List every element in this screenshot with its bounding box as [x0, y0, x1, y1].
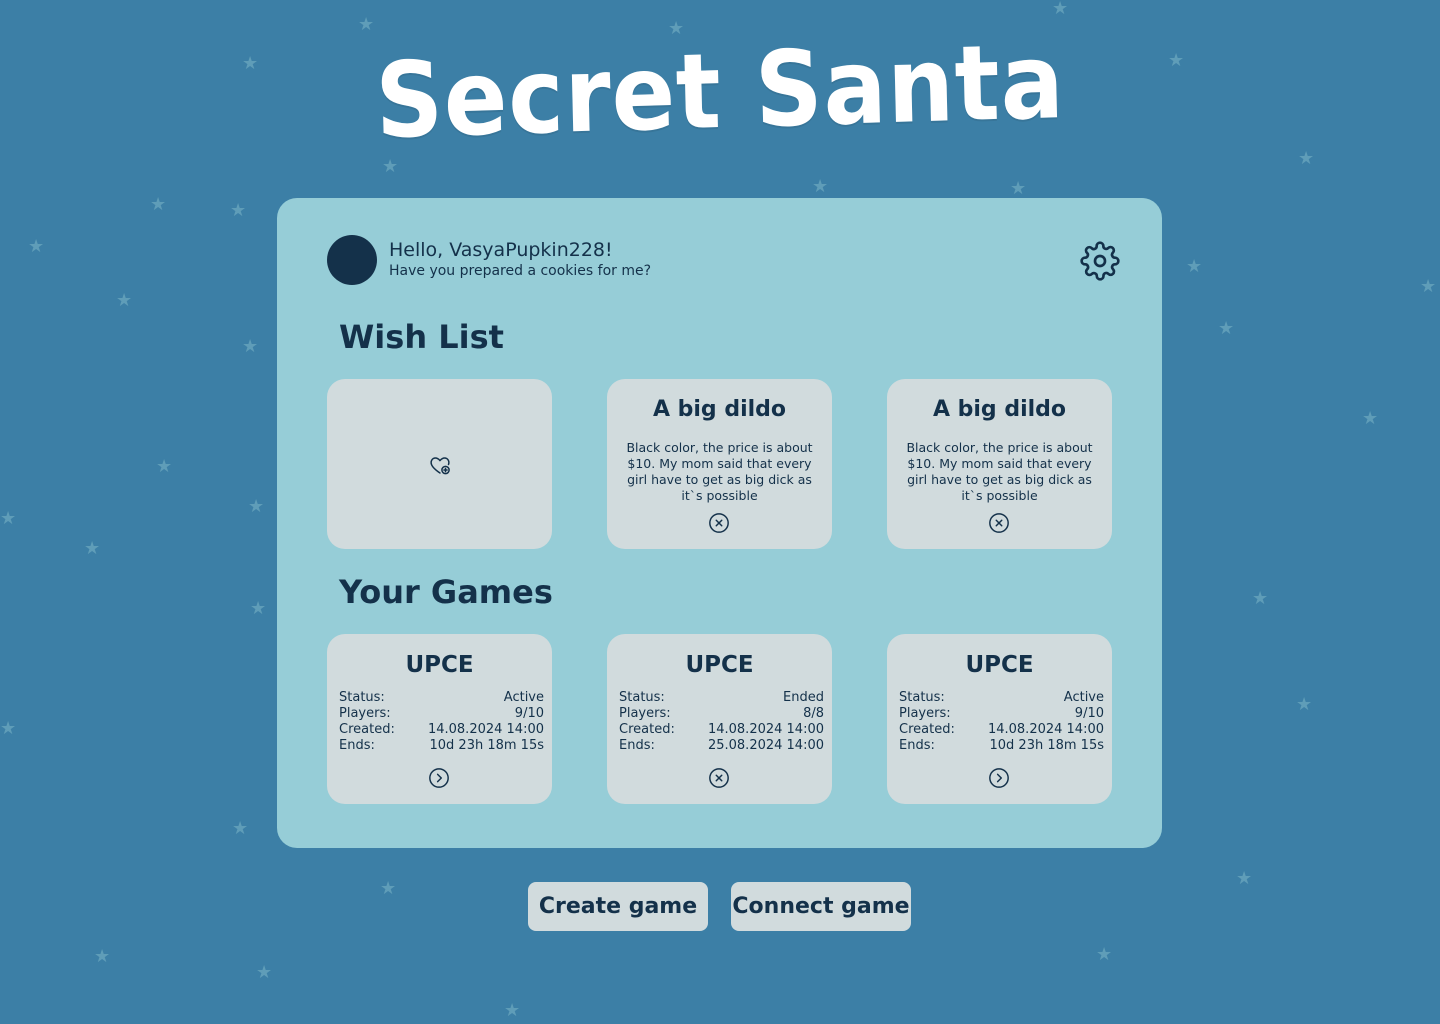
- game-name: UPCE: [965, 652, 1034, 678]
- wish-description: Black color, the price is about $10. My …: [626, 440, 813, 503]
- user-subtitle: Have you prepared a cookies for me?: [389, 263, 652, 279]
- star-icon: ★: [28, 236, 45, 257]
- game-players-label: Players:: [339, 706, 391, 721]
- star-icon: ★: [256, 962, 273, 983]
- star-icon: ★: [0, 718, 17, 739]
- star-icon: ★: [242, 336, 259, 357]
- gear-icon[interactable]: [1080, 241, 1120, 281]
- star-icon: ★: [250, 598, 267, 619]
- star-icon: ★: [1186, 256, 1203, 277]
- game-name: UPCE: [685, 652, 754, 678]
- game-status: Active: [1063, 690, 1104, 705]
- star-icon: ★: [230, 200, 247, 221]
- game-details: Status: Active Players: 9/10 Created: 14.08…: [899, 690, 1104, 754]
- game-created-label: Created:: [619, 722, 675, 737]
- star-icon: ★: [1052, 0, 1069, 19]
- game-players-label: Players:: [619, 706, 671, 721]
- create-game-button[interactable]: Create game: [528, 882, 708, 931]
- wish-card: A big dildo Black color, the price is ab…: [887, 379, 1112, 549]
- game-ends-label: Ends:: [619, 738, 655, 753]
- game-status-label: Status:: [619, 690, 665, 705]
- game-card: UPCE Status: Active Players: 9/10 Created:…: [327, 634, 552, 804]
- star-icon: ★: [1252, 588, 1269, 609]
- star-icon: ★: [1010, 178, 1027, 199]
- star-icon: ★: [84, 538, 101, 559]
- connect-game-button[interactable]: Connect game: [731, 882, 911, 931]
- game-details: Status: Active Players: 9/10 Created: 14.08…: [339, 690, 544, 754]
- star-icon: ★: [156, 456, 173, 477]
- star-icon: ★: [1218, 318, 1235, 339]
- wish-card: A big dildo Black color, the price is ab…: [607, 379, 832, 549]
- game-players: 8/8: [803, 706, 824, 721]
- chevron-right-circle-icon[interactable]: [988, 767, 1010, 789]
- close-circle-icon[interactable]: [708, 767, 730, 789]
- star-icon: ★: [248, 496, 265, 517]
- star-icon: ★: [504, 1000, 521, 1021]
- game-created: 14.08.2024 14:00: [427, 722, 544, 737]
- star-icon: ★: [1236, 868, 1253, 889]
- wish-description: Black color, the price is about $10. My …: [906, 440, 1093, 503]
- game-players: 9/10: [514, 706, 544, 721]
- game-ends: 25.08.2024 14:00: [707, 738, 824, 753]
- heart-add-icon: [430, 457, 450, 475]
- wish-name: A big dildo: [652, 397, 787, 422]
- star-icon: ★: [1298, 148, 1315, 169]
- chevron-right-circle-icon[interactable]: [428, 767, 450, 789]
- game-status-label: Status:: [899, 690, 945, 705]
- game-created-label: Created:: [899, 722, 955, 737]
- star-icon: ★: [232, 818, 249, 839]
- user-greeting: Hello, VasyaPupkin228!: [389, 239, 613, 261]
- game-created: 14.08.2024 14:00: [707, 722, 824, 737]
- game-created-label: Created:: [339, 722, 395, 737]
- game-status: Active: [503, 690, 544, 705]
- game-card: UPCE Status: Ended Players: 8/8 Created: 14…: [607, 634, 832, 804]
- game-ends: 10d 23h 18m 15s: [989, 738, 1105, 753]
- wishlist-title: Wish List: [339, 318, 504, 356]
- game-players: 9/10: [1074, 706, 1104, 721]
- game-created: 14.08.2024 14:00: [987, 722, 1104, 737]
- wish-name: A big dildo: [932, 397, 1067, 422]
- game-ends-label: Ends:: [339, 738, 375, 753]
- close-circle-icon[interactable]: [988, 512, 1010, 534]
- game-status: Ended: [783, 690, 824, 705]
- add-wish-card[interactable]: [327, 379, 552, 549]
- games-title: Your Games: [339, 573, 553, 611]
- star-icon: ★: [358, 14, 375, 35]
- game-ends-label: Ends:: [899, 738, 935, 753]
- avatar[interactable]: [327, 235, 377, 285]
- main-panel: Hello, VasyaPupkin228! Have you prepared…: [277, 198, 1162, 848]
- star-icon: ★: [116, 290, 133, 311]
- star-icon: ★: [1362, 408, 1379, 429]
- star-icon: ★: [1296, 694, 1313, 715]
- star-icon: ★: [812, 176, 829, 197]
- close-circle-icon[interactable]: [708, 512, 730, 534]
- star-icon: ★: [1096, 944, 1113, 965]
- star-icon: ★: [1420, 276, 1437, 297]
- star-icon: ★: [0, 508, 17, 529]
- game-details: Status: Ended Players: 8/8 Created: 14.08.2…: [619, 690, 824, 754]
- game-card: UPCE Status: Active Players: 9/10 Created:…: [887, 634, 1112, 804]
- star-icon: ★: [380, 878, 397, 899]
- game-players-label: Players:: [899, 706, 951, 721]
- star-icon: ★: [150, 194, 167, 215]
- game-status-label: Status:: [339, 690, 385, 705]
- game-name: UPCE: [405, 652, 474, 678]
- game-ends: 10d 23h 18m 15s: [429, 738, 545, 753]
- star-icon: ★: [94, 946, 111, 967]
